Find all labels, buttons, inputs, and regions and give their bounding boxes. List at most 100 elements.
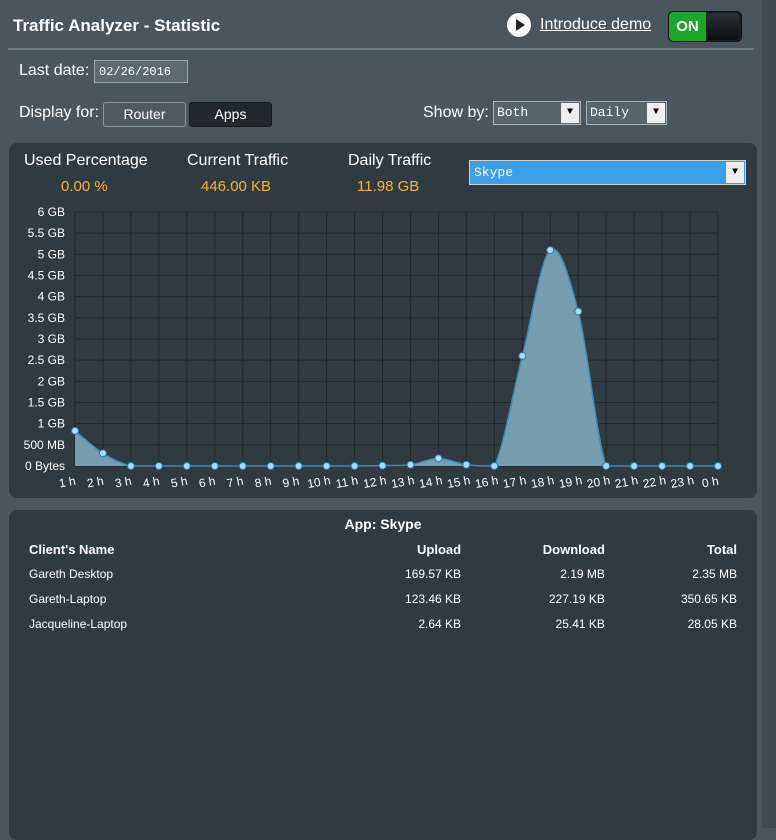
chevron-down-icon: ▼ <box>647 103 665 123</box>
x-tick-label: 6 h <box>198 474 217 491</box>
data-point <box>294 462 303 470</box>
show-by-value: Both <box>497 105 529 120</box>
data-point <box>154 462 163 470</box>
router-button[interactable]: Router <box>103 102 186 127</box>
y-tick-label: 1 GB <box>38 417 65 431</box>
x-tick-label: 3 h <box>114 474 133 491</box>
x-tick-label: 0 h <box>701 474 720 491</box>
x-tick-label: 4 h <box>142 474 161 491</box>
y-tick-label: 1.5 GB <box>28 396 65 410</box>
data-point <box>238 462 247 470</box>
header-divider <box>8 48 754 50</box>
toggle-knob <box>706 13 739 40</box>
traffic-area-chart: 0 Bytes 500 MB 1 GB 1.5 GB 2 GB 2.5 GB 3 GB 3.5… <box>24 205 722 491</box>
used-percentage-label: Used Percentage <box>24 152 148 169</box>
x-tick-label: 5 h <box>170 474 189 491</box>
current-traffic-label: Current Traffic <box>187 152 289 169</box>
page-scrollbar[interactable] <box>762 0 776 828</box>
data-point <box>686 462 695 470</box>
introduce-demo-link[interactable]: Introduce demo <box>540 16 651 34</box>
traffic-area <box>75 249 718 466</box>
client-name-cell: Gareth Desktop <box>29 566 114 581</box>
y-tick-label: 6 GB <box>38 205 65 219</box>
on-off-toggle[interactable]: ON <box>668 11 742 42</box>
y-tick-label: 3.5 GB <box>28 311 65 325</box>
upload-cell: 169.57 KB <box>405 566 462 581</box>
period-value: Daily <box>590 105 630 120</box>
x-tick-label: 11 h <box>335 473 360 491</box>
daily-traffic-value: 11.98 GB <box>357 178 420 195</box>
clients-title: App: Skype <box>344 516 422 532</box>
current-traffic-value: 446.00 KB <box>201 178 272 195</box>
y-tick-label: 2 GB <box>38 374 65 388</box>
data-point <box>574 307 583 316</box>
y-tick-label: 500 MB <box>24 438 65 452</box>
data-point <box>182 462 191 470</box>
data-point <box>714 462 722 470</box>
show-by-select[interactable]: Both ▼ <box>493 101 581 125</box>
data-point <box>546 246 555 255</box>
data-point <box>490 462 499 470</box>
x-tick-label: 14 h <box>418 473 443 491</box>
display-for-label: Display for: <box>19 104 100 121</box>
y-tick-label: 2.5 GB <box>28 353 65 367</box>
total-cell: 28.05 KB <box>687 616 737 631</box>
upload-cell: 2.64 KB <box>418 616 462 631</box>
y-tick-label: 4.5 GB <box>28 269 65 283</box>
data-point <box>98 449 107 458</box>
table-row: Gareth-Laptop 123.46 KB 227.19 KB 350.65… <box>23 586 743 611</box>
app-select-value: Skype <box>474 165 514 180</box>
table-row: Gareth Desktop 169.57 KB 2.19 MB 2.35 MB <box>23 561 743 586</box>
page-title: Traffic Analyzer - Statistic <box>13 16 221 35</box>
data-point <box>350 462 359 470</box>
data-point <box>630 462 639 470</box>
x-tick-label: 9 h <box>282 474 301 491</box>
daily-traffic-label: Daily Traffic <box>348 152 432 169</box>
client-name-cell: Jacqueline-Laptop <box>29 616 128 631</box>
toggle-on-label: ON <box>669 12 706 41</box>
x-tick-label: 18 h <box>530 473 555 491</box>
x-tick-label: 16 h <box>474 473 499 491</box>
column-header-client-name: Client's Name <box>29 541 115 557</box>
x-tick-label: 20 h <box>586 473 611 491</box>
x-tick-label: 23 h <box>670 473 695 491</box>
x-tick-label: 13 h <box>390 473 415 491</box>
data-point <box>71 426 79 435</box>
data-point <box>126 462 135 470</box>
last-date-field[interactable]: 02/26/2016 <box>94 60 188 83</box>
column-header-total: Total <box>706 541 737 557</box>
table-header-row: Client's Name Upload Download Total <box>23 537 743 561</box>
period-select[interactable]: Daily ▼ <box>586 101 667 125</box>
x-tick-label: 22 h <box>642 473 667 491</box>
data-point <box>434 454 443 463</box>
x-tick-label: 2 h <box>86 474 105 491</box>
used-percentage-value: 0.00 % <box>61 178 108 195</box>
x-tick-label: 7 h <box>226 474 245 491</box>
column-header-download: Download <box>542 541 605 557</box>
data-point <box>462 460 471 469</box>
download-cell: 25.41 KB <box>555 616 605 631</box>
play-icon[interactable] <box>507 13 531 37</box>
x-tick-label: 12 h <box>362 473 387 491</box>
y-tick-label: 5 GB <box>38 247 65 261</box>
chevron-down-icon: ▼ <box>561 103 579 123</box>
data-point <box>658 462 667 470</box>
x-tick-label: 15 h <box>446 473 471 491</box>
data-point <box>378 461 387 470</box>
chevron-down-icon: ▼ <box>726 162 744 183</box>
last-date-label: Last date: <box>19 62 90 79</box>
show-by-label: Show by: <box>423 104 489 121</box>
x-tick-label: 8 h <box>254 474 273 491</box>
y-tick-label: 3 GB <box>38 332 65 346</box>
y-tick-label: 4 GB <box>38 290 65 304</box>
app-select[interactable]: Skype ▼ <box>469 160 746 185</box>
data-point <box>322 462 331 470</box>
total-cell: 2.35 MB <box>692 566 737 581</box>
apps-button[interactable]: Apps <box>189 102 272 127</box>
data-point <box>210 462 219 470</box>
x-tick-label: 17 h <box>502 473 527 491</box>
data-point <box>602 462 611 470</box>
y-tick-label: 5.5 GB <box>28 226 65 240</box>
data-point <box>518 351 527 360</box>
client-name-cell: Gareth-Laptop <box>29 591 107 606</box>
